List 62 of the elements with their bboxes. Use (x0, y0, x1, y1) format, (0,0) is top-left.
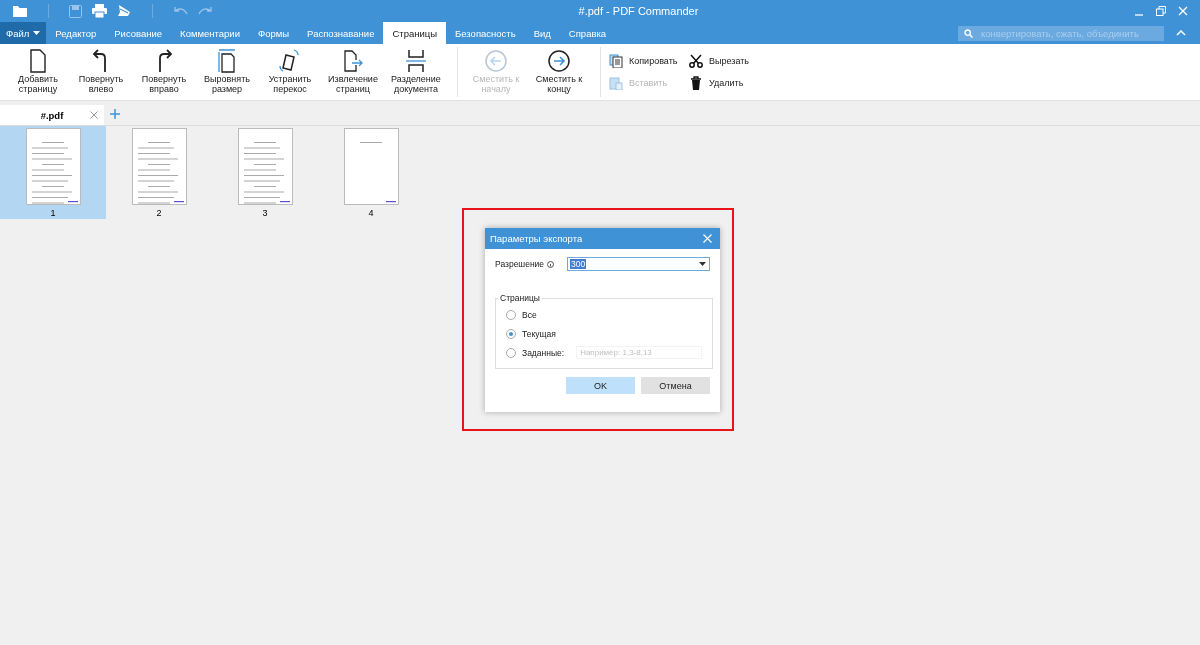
scanner-icon[interactable] (117, 4, 132, 18)
ribbon-button[interactable]: Разделение документа (386, 49, 446, 95)
arrow-left-icon (485, 49, 507, 74)
trash-icon (689, 76, 703, 90)
split-icon (405, 49, 427, 74)
save-icon[interactable] (69, 4, 82, 18)
document-tab[interactable]: #.pdf (0, 105, 104, 125)
ribbon-button[interactable]: Удалить (689, 72, 769, 94)
radio-button[interactable] (506, 309, 516, 320)
ribbon-button[interactable]: Повернуть вправо (134, 49, 194, 95)
scissors-icon (689, 54, 703, 68)
page-number: 4 (368, 207, 374, 218)
arrow-right-icon (548, 49, 570, 74)
cancel-button[interactable]: Отмена (641, 377, 710, 394)
page-tile[interactable]: 3 (212, 126, 318, 219)
ribbon-button[interactable]: Повернуть влево (71, 49, 131, 95)
file-menu[interactable]: Файл (0, 22, 47, 44)
ribbon-button[interactable]: Устранить перекос (260, 49, 320, 95)
deskew-icon (279, 49, 301, 74)
option-label[interactable]: Все (522, 309, 537, 320)
restore-icon[interactable] (1156, 6, 1166, 16)
info-icon (547, 260, 555, 268)
undo-icon[interactable] (173, 6, 188, 16)
group-label: Страницы (499, 293, 541, 303)
ok-button[interactable]: OK (566, 377, 635, 394)
ribbon-button[interactable]: Сместить к концу (529, 49, 589, 95)
copy-icon (609, 54, 623, 68)
option-label[interactable]: Текущая (522, 328, 556, 339)
resolution-dropdown[interactable]: 300 (567, 257, 710, 271)
caret-icon (33, 31, 41, 35)
align-size-icon (216, 49, 238, 74)
page-icon (27, 49, 49, 74)
tab-label: #.pdf (40, 109, 64, 121)
extract-page-icon (342, 49, 364, 74)
print-icon[interactable] (92, 4, 107, 18)
ribbon-button[interactable]: Копировать (609, 50, 689, 72)
caret-icon (699, 262, 706, 266)
page-number: 1 (50, 207, 56, 218)
page-tile[interactable]: 1 (0, 126, 106, 219)
radio-button[interactable] (506, 347, 516, 358)
resolution-label: Разрешение (495, 259, 545, 269)
dialog-title: Параметры экспорта (490, 233, 583, 244)
search-icon (964, 28, 973, 38)
search-field[interactable]: конвертировать, сжать, объединить (958, 25, 1164, 41)
radio-button[interactable] (506, 328, 516, 339)
page-number: 3 (262, 207, 268, 218)
ribbon-button[interactable]: Извлечение страниц (323, 49, 383, 95)
close-icon[interactable] (90, 111, 98, 119)
page-tile[interactable]: 4 (318, 126, 424, 219)
plus-icon[interactable] (110, 109, 120, 119)
window-title: #.pdf - PDF Commander (577, 5, 700, 17)
paste-icon (609, 76, 623, 90)
redo-icon[interactable] (198, 6, 213, 16)
ribbon-button[interactable]: Вырезать (689, 50, 769, 72)
option-label[interactable]: Заданные: (522, 347, 565, 358)
page-number: 2 (156, 207, 162, 218)
ribbon-button[interactable]: Выровнять размер (197, 49, 257, 95)
folder-icon[interactable] (12, 4, 28, 18)
page-tile[interactable]: 2 (106, 126, 212, 219)
ribbon-button[interactable]: Добавить страницу (8, 49, 68, 95)
collapse-icon[interactable] (1176, 30, 1186, 36)
ribbon-tab[interactable]: Страницы (383, 22, 447, 44)
